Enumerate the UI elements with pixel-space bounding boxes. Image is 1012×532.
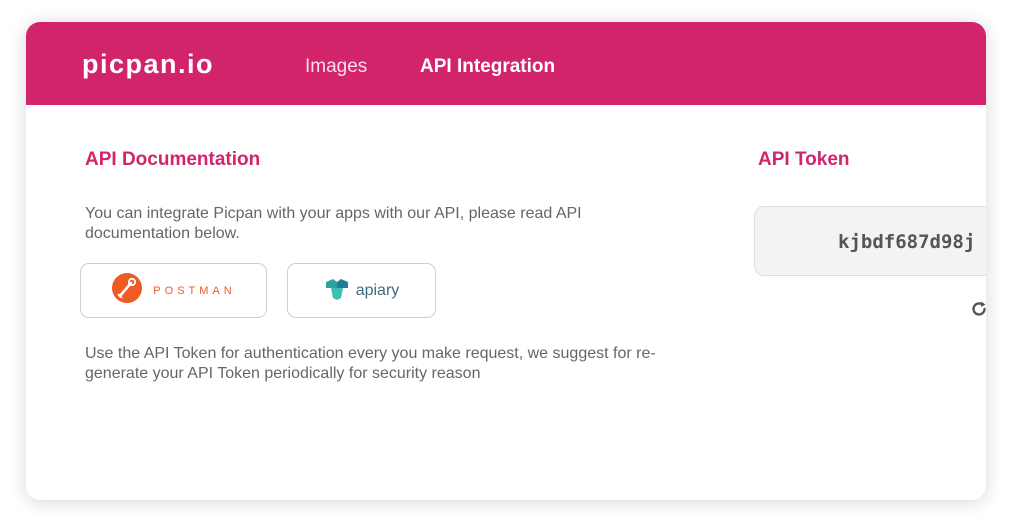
nav-api-integration[interactable]: API Integration bbox=[420, 56, 555, 78]
postman-button[interactable]: POSTMAN bbox=[80, 263, 267, 318]
api-token-usage-note: Use the API Token for authentication eve… bbox=[85, 345, 656, 382]
apiary-button[interactable]: apiary bbox=[287, 263, 436, 318]
apiary-label: apiary bbox=[355, 281, 400, 299]
postman-label: POSTMAN bbox=[153, 284, 236, 297]
api-token-title: API Token bbox=[758, 149, 850, 170]
refresh-icon[interactable] bbox=[970, 300, 986, 318]
nav-images[interactable]: Images bbox=[305, 56, 367, 78]
apiary-icon bbox=[324, 275, 350, 306]
top-nav-bar: picpan.io Images API Integration bbox=[26, 22, 986, 105]
api-token-field[interactable]: kjbdf687d98j bbox=[754, 206, 986, 276]
postman-icon bbox=[111, 272, 143, 309]
logo[interactable]: picpan.io bbox=[82, 49, 214, 80]
main-card: picpan.io Images API Integration API Doc… bbox=[26, 22, 986, 500]
api-doc-intro-text: You can integrate Picpan with your apps … bbox=[85, 205, 582, 242]
api-documentation-title: API Documentation bbox=[85, 149, 261, 170]
api-token-value[interactable]: kjbdf687d98j bbox=[838, 231, 975, 253]
